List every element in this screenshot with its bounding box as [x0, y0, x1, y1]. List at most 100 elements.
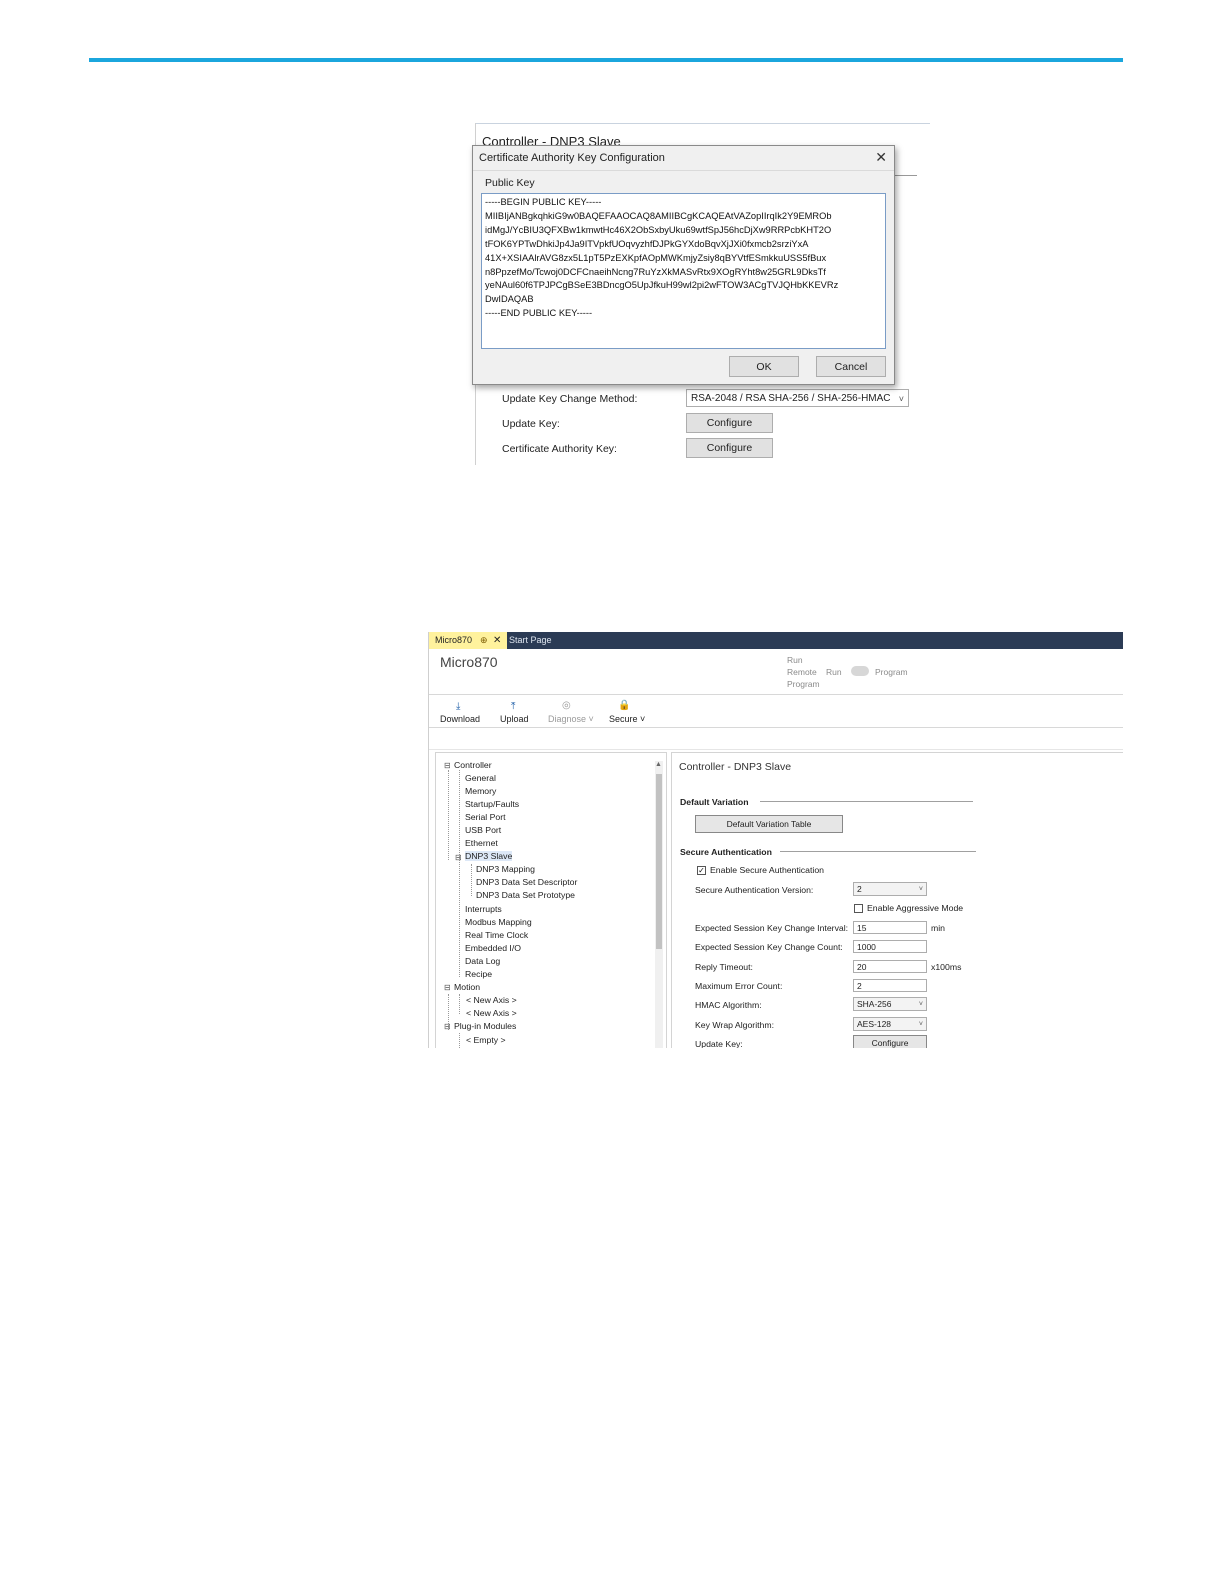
default-variation-heading: Default Variation: [680, 797, 749, 807]
enable-aggressive-mode-label: Enable Aggressive Mode: [867, 903, 964, 913]
background-divider: [895, 175, 917, 176]
key-wrap-algorithm-select[interactable]: AES-128 ˅: [853, 1017, 927, 1031]
header-divider: [429, 694, 1123, 695]
tree-item-empty-slot[interactable]: < Empty >: [466, 1035, 506, 1045]
enable-aggressive-mode-checkbox[interactable]: [854, 904, 863, 913]
update-key-change-method-label: Update Key Change Method:: [502, 393, 638, 405]
mode-program: Program: [787, 679, 820, 689]
content-divider: [429, 749, 1123, 750]
lock-icon: 🔒: [618, 700, 631, 711]
mode-remote: Remote: [787, 667, 817, 677]
session-key-count-label: Expected Session Key Change Count:: [695, 942, 843, 952]
session-key-count-input[interactable]: 1000: [853, 940, 927, 953]
ca-key-configure-button[interactable]: Configure: [686, 438, 773, 458]
scroll-up-icon[interactable]: ▲: [655, 761, 662, 768]
document-tab-bar: Micro870 ⊕ ✕ Start Page: [429, 632, 1123, 649]
tree-connector: [448, 770, 449, 860]
run-program-toggle[interactable]: [851, 666, 869, 676]
tree-item-ethernet[interactable]: Ethernet: [465, 838, 498, 848]
upload-icon: ⤒: [511, 701, 516, 712]
panel-title: Controller - DNP3 Slave: [679, 761, 792, 773]
tab-start-page[interactable]: Start Page: [509, 632, 552, 649]
tree-item-memory[interactable]: Memory: [465, 786, 496, 796]
hmac-algorithm-label: HMAC Algorithm:: [695, 1000, 762, 1010]
tree-connector: [459, 994, 460, 1014]
diagnose-button[interactable]: Diagnose ˅: [548, 714, 594, 724]
tree-item-usb-port[interactable]: USB Port: [465, 825, 501, 835]
section-divider: [780, 851, 976, 852]
session-key-interval-label: Expected Session Key Change Interval:: [695, 923, 849, 933]
chevron-down-icon: ˅: [918, 1001, 923, 1008]
mode-program-label: Program: [875, 667, 908, 677]
update-key-change-method-select[interactable]: RSA-2048 / RSA SHA-256 / SHA-256-HMAC ˅: [686, 389, 909, 407]
diagnose-icon: ◎: [562, 700, 571, 711]
reply-timeout-unit: x100ms: [931, 962, 962, 972]
section-divider: [760, 801, 973, 802]
tree-item-startup-faults[interactable]: Startup/Faults: [465, 799, 519, 809]
secure-auth-version-value: 2: [857, 884, 862, 894]
key-wrap-algorithm-label: Key Wrap Algorithm:: [695, 1020, 775, 1030]
update-key-change-method-value: RSA-2048 / RSA SHA-256 / SHA-256-HMAC: [691, 393, 891, 404]
dialog-title: Certificate Authority Key Configuration: [479, 152, 665, 164]
hmac-algorithm-value: SHA-256: [857, 999, 892, 1009]
max-error-count-label: Maximum Error Count:: [695, 981, 783, 991]
secure-button[interactable]: Secure ˅: [609, 714, 645, 724]
tree-item-motion[interactable]: Motion: [454, 982, 480, 992]
tree-item-dnp3-data-set-descriptor[interactable]: DNP3 Data Set Descriptor: [476, 877, 577, 887]
chevron-down-icon: ˅: [918, 886, 923, 893]
tree-item-dnp3-slave[interactable]: DNP3 Slave: [465, 851, 513, 861]
tree-item-controller[interactable]: Controller: [454, 760, 492, 770]
tree-scrollbar-thumb[interactable]: [656, 774, 662, 949]
reply-timeout-input[interactable]: 20: [853, 960, 927, 973]
tree-item-new-axis[interactable]: < New Axis >: [466, 1008, 517, 1018]
pin-icon[interactable]: ⊕: [480, 632, 488, 649]
dialog-title-separator: [473, 170, 894, 171]
close-icon[interactable]: ✕: [875, 149, 887, 166]
tab-micro870[interactable]: Micro870 ⊕ ✕: [429, 632, 507, 649]
update-key-configure-button[interactable]: Configure: [686, 413, 773, 433]
mode-run: Run: [787, 655, 803, 665]
certificate-authority-key-dialog: Certificate Authority Key Configuration …: [472, 145, 895, 385]
tree-item-recipe[interactable]: Recipe: [465, 969, 492, 979]
hmac-algorithm-select[interactable]: SHA-256 ˅: [853, 997, 927, 1011]
max-error-count-input[interactable]: 2: [853, 979, 927, 992]
chevron-down-icon: ˅: [898, 394, 904, 404]
download-button[interactable]: Download: [440, 714, 480, 724]
tree-connector: [471, 864, 472, 896]
tree-item-serial-port[interactable]: Serial Port: [465, 812, 506, 822]
default-variation-table-button[interactable]: Default Variation Table: [695, 815, 843, 833]
public-key-textarea[interactable]: -----BEGIN PUBLIC KEY----- MIIBIjANBgkqh…: [481, 193, 886, 349]
close-icon[interactable]: ✕: [493, 632, 501, 649]
upload-button[interactable]: Upload: [500, 714, 529, 724]
tree-item-dnp3-data-set-prototype[interactable]: DNP3 Data Set Prototype: [476, 890, 575, 900]
ok-button[interactable]: OK: [729, 356, 799, 377]
cancel-button[interactable]: Cancel: [816, 356, 886, 377]
tree-connector: [459, 1033, 460, 1048]
secure-auth-version-select[interactable]: 2 ˅: [853, 882, 927, 896]
tree-item-general[interactable]: General: [465, 773, 496, 783]
key-wrap-algorithm-value: AES-128: [857, 1019, 892, 1029]
header-rule: [89, 58, 1123, 62]
enable-secure-authentication-checkbox[interactable]: ✓: [697, 866, 706, 875]
update-key-configure-button[interactable]: Configure: [853, 1035, 927, 1048]
tree-item-dnp3-mapping[interactable]: DNP3 Mapping: [476, 864, 535, 874]
collapse-icon[interactable]: ⊟: [444, 1022, 451, 1031]
mode-run-label: Run: [826, 667, 842, 677]
session-key-interval-input[interactable]: 15: [853, 921, 927, 934]
secure-authentication-heading: Secure Authentication: [680, 847, 772, 857]
tree-item-real-time-clock[interactable]: Real Time Clock: [465, 930, 528, 940]
tree-item-interrupts[interactable]: Interrupts: [465, 904, 502, 914]
update-key-label: Update Key:: [502, 418, 560, 430]
collapse-icon[interactable]: ⊟: [455, 853, 462, 862]
collapse-icon[interactable]: ⊟: [444, 761, 451, 770]
tree-item-data-log[interactable]: Data Log: [465, 956, 500, 966]
download-icon: ⤓: [456, 701, 461, 712]
tree-item-modbus-mapping[interactable]: Modbus Mapping: [465, 917, 532, 927]
tree-connector: [459, 770, 460, 977]
session-key-interval-unit: min: [931, 923, 945, 933]
toolbar-divider: [429, 727, 1123, 728]
tree-item-new-axis[interactable]: < New Axis >: [466, 995, 517, 1005]
collapse-icon[interactable]: ⊟: [444, 983, 451, 992]
tree-item-embedded-io[interactable]: Embedded I/O: [465, 943, 521, 953]
tree-item-plug-in-modules[interactable]: Plug-in Modules: [454, 1021, 516, 1031]
